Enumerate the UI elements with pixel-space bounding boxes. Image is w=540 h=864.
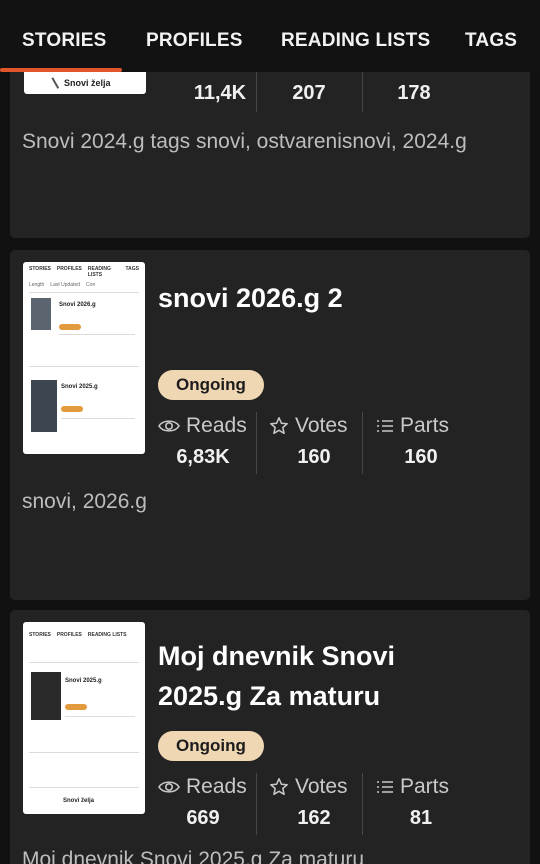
list-icon <box>376 779 394 795</box>
cover-caption: Snovi želja <box>63 798 95 804</box>
story-cover[interactable]: STORIES PROFILES READING LISTS TAGS Leng… <box>23 262 145 454</box>
reads-label: Reads <box>186 414 247 437</box>
cover-mini-filter: Length <box>29 282 45 288</box>
parts-stat: Parts 81 <box>376 775 476 830</box>
cover-mini-filter: Con <box>86 282 96 288</box>
cover-mini-filters: Length Last Updated Con <box>29 282 139 288</box>
cover-mini-tab: STORIES <box>29 266 51 272</box>
eye-icon <box>158 418 180 434</box>
cover-mini-tab: TAGS <box>125 266 139 272</box>
parts-value: 160 <box>404 446 438 468</box>
cover-thumbnail <box>31 298 51 330</box>
cover-caption: Snovi želja <box>64 78 111 88</box>
cover-badge <box>65 704 87 710</box>
cover-divider <box>59 334 135 335</box>
votes-stat: Votes 162 <box>269 775 369 830</box>
cover-mini-tab: READING LISTS <box>87 632 127 638</box>
story-description: Snovi 2024.g tags snovi, ostvarenisnovi,… <box>22 130 467 153</box>
cover-mini-tab: PROFILES <box>56 266 82 272</box>
cover-divider <box>29 662 139 663</box>
story-title-line: 2025.g Za maturu <box>158 681 381 711</box>
star-icon <box>269 416 289 436</box>
stat-divider <box>256 773 257 835</box>
eye-icon <box>158 779 180 795</box>
cover-title: Snovi 2025.g <box>61 384 98 390</box>
tab-bar: STORIES PROFILES READING LISTS TAGS <box>0 0 540 72</box>
cover-mini-tab: READING LISTS <box>87 266 111 278</box>
votes-value: 160 <box>297 446 331 468</box>
story-card[interactable]: STORIES PROFILES READING LISTS TAGS Leng… <box>10 250 530 600</box>
cover-mini-tab: STORIES <box>29 632 51 638</box>
story-description: Moj dnevnik Snovi 2025.g Za maturu <box>22 848 365 864</box>
parts-label: Parts <box>400 414 450 437</box>
list-icon <box>376 418 394 434</box>
star-icon <box>269 777 289 797</box>
cover-divider <box>61 418 135 419</box>
cover-title: Snovi 2025.g <box>65 678 102 684</box>
cover-mini-tabs: STORIES PROFILES READING LISTS <box>29 632 139 638</box>
parts-label: Parts <box>400 775 450 798</box>
parts-stat: Parts 160 <box>376 414 476 469</box>
tab-reading-lists[interactable]: READING LISTS <box>281 30 430 52</box>
votes-value: 207 <box>292 82 326 104</box>
active-tab-indicator <box>0 68 122 72</box>
tab-profiles[interactable]: PROFILES <box>146 30 243 52</box>
votes-stat: 207 <box>259 74 359 105</box>
cover-badge <box>61 406 83 412</box>
cover-mini-filter: Last Updated <box>50 282 81 288</box>
cover-thumbnail <box>31 672 61 720</box>
cover-title: Snovi 2026.g <box>59 302 96 308</box>
tab-stories[interactable]: STORIES <box>22 30 106 52</box>
story-title[interactable]: Moj dnevnik Snovi 2025.g Za maturu <box>158 636 395 716</box>
reads-value: 669 <box>186 807 220 829</box>
story-title-line: Moj dnevnik Snovi <box>158 641 396 671</box>
status-badge: Ongoing <box>158 370 264 400</box>
votes-label: Votes <box>295 414 348 437</box>
reads-value: 6,83K <box>176 446 230 468</box>
reads-stat: 11,4K <box>170 74 270 105</box>
stat-divider <box>362 773 363 835</box>
stat-divider <box>256 412 257 474</box>
reads-stat: Reads 6,83K <box>158 414 258 469</box>
cover-mini-tab: PROFILES <box>56 632 82 638</box>
votes-stat: Votes 160 <box>269 414 369 469</box>
cover-mini-tabs: STORIES PROFILES READING LISTS TAGS <box>29 266 139 278</box>
cover-divider <box>65 716 135 717</box>
cover-badge <box>59 324 81 330</box>
reads-label: Reads <box>186 775 247 798</box>
tab-tags[interactable]: TAGS <box>465 30 517 52</box>
cover-divider <box>29 366 139 367</box>
stat-divider <box>362 412 363 474</box>
parts-stat: 178 <box>364 74 464 105</box>
story-description: snovi, 2026.g <box>22 490 147 513</box>
cover-divider <box>29 787 139 788</box>
cover-thumbnail <box>31 380 57 432</box>
votes-value: 162 <box>297 807 331 829</box>
status-badge: Ongoing <box>158 731 264 761</box>
reads-stat: Reads 669 <box>158 775 258 830</box>
reads-value: 11,4K <box>193 82 247 104</box>
parts-value: 178 <box>397 82 431 104</box>
cover-divider <box>29 292 139 293</box>
story-card[interactable]: STORIES PROFILES READING LISTS Snovi 202… <box>10 610 530 864</box>
story-cover[interactable]: STORIES PROFILES READING LISTS Snovi 202… <box>23 622 145 814</box>
story-title[interactable]: snovi 2026.g 2 <box>158 278 343 318</box>
cover-divider <box>29 752 139 753</box>
parts-value: 81 <box>409 807 433 829</box>
pen-icon <box>51 75 63 89</box>
votes-label: Votes <box>295 775 348 798</box>
